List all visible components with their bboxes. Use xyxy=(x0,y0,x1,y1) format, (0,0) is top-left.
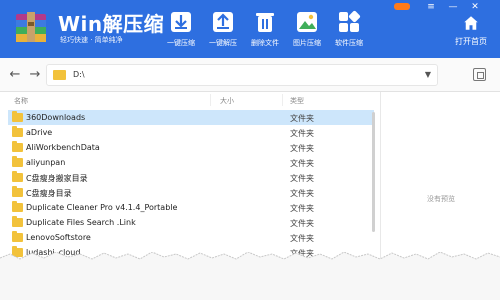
item-name: aDrive xyxy=(26,128,53,137)
folder-icon xyxy=(12,171,23,182)
minimize-icon[interactable]: — xyxy=(446,0,460,14)
compress-label: 一键压缩 xyxy=(167,39,195,47)
image-compress-label: 图片压缩 xyxy=(293,39,321,47)
extract-icon xyxy=(213,12,233,32)
folder-icon xyxy=(12,126,23,137)
path-text: D:\ xyxy=(73,70,85,79)
item-name: AliWorkbenchData xyxy=(26,143,100,152)
software-compress-button[interactable]: 软件压缩 xyxy=(326,10,372,56)
item-type: 文件夹 xyxy=(290,234,314,243)
chevron-down-icon[interactable]: ▼ xyxy=(425,70,431,79)
apps-icon xyxy=(339,10,361,32)
item-name: LenovoSoftstore xyxy=(26,233,91,242)
list-item[interactable]: C盘瘦身搬家目录 文件夹 xyxy=(8,170,374,185)
column-header-type[interactable]: 类型 xyxy=(290,96,304,106)
list-item[interactable]: C盘瘦身目录 文件夹 xyxy=(8,185,374,200)
no-preview-text: 没有预览 xyxy=(427,195,455,203)
list-item[interactable]: 360Downloads 文件夹 xyxy=(8,110,374,125)
extract-label: 一键解压 xyxy=(209,39,237,47)
folder-icon xyxy=(12,141,23,152)
scrollbar[interactable] xyxy=(372,112,375,232)
app-header: Win解压缩 轻巧快速 · 简单纯净 一键压缩 一键解压 删除文件 图片压缩 软… xyxy=(0,0,500,58)
folder-icon xyxy=(53,70,66,80)
item-type: 文件夹 xyxy=(290,204,314,213)
list-item[interactable]: AliWorkbenchData 文件夹 xyxy=(8,140,374,155)
folder-icon xyxy=(12,231,23,242)
open-home-button[interactable]: 打开首页 xyxy=(448,14,494,47)
image-compress-button[interactable]: 图片压缩 xyxy=(284,10,330,56)
list-item[interactable]: LenovoSoftstore 文件夹 xyxy=(8,230,374,245)
item-type: 文件夹 xyxy=(290,129,314,138)
column-header-name[interactable]: 名称 xyxy=(14,96,28,106)
folder-icon xyxy=(12,186,23,197)
item-name: C盘瘦身目录 xyxy=(26,189,72,198)
folder-icon xyxy=(12,111,23,122)
list-item[interactable]: aDrive 文件夹 xyxy=(8,125,374,140)
path-input[interactable]: D:\ ▼ xyxy=(46,64,438,86)
app-slogan: 轻巧快速 · 简单纯净 xyxy=(60,36,123,44)
column-divider[interactable] xyxy=(282,94,283,106)
list-item[interactable]: aliyunpan 文件夹 xyxy=(8,155,374,170)
compress-icon xyxy=(171,12,191,32)
folder-icon xyxy=(12,216,23,227)
winrar-logo-icon xyxy=(16,12,46,42)
item-name: 360Downloads xyxy=(26,113,86,122)
item-type: 文件夹 xyxy=(290,144,314,153)
column-divider[interactable] xyxy=(210,94,211,106)
item-type: 文件夹 xyxy=(290,189,314,198)
list-item[interactable]: Duplicate Files Search .Link 文件夹 xyxy=(8,215,374,230)
close-icon[interactable]: ✕ xyxy=(468,0,482,14)
delete-files-label: 删除文件 xyxy=(251,39,279,47)
back-button[interactable]: ← xyxy=(6,66,24,84)
delete-files-button[interactable]: 删除文件 xyxy=(242,10,288,56)
item-type: 文件夹 xyxy=(290,219,314,228)
column-header-size[interactable]: 大小 xyxy=(220,96,234,106)
software-compress-label: 软件压缩 xyxy=(335,39,363,47)
torn-edge xyxy=(0,252,500,300)
folder-icon xyxy=(12,156,23,167)
forward-button[interactable]: → xyxy=(26,66,44,84)
trash-icon xyxy=(256,13,274,32)
extract-button[interactable]: 一键解压 xyxy=(200,10,246,56)
folder-icon xyxy=(12,201,23,212)
item-name: C盘瘦身搬家目录 xyxy=(26,174,88,183)
item-name: Duplicate Cleaner Pro v4.1.4_Portable xyxy=(26,203,178,212)
image-compress-icon xyxy=(297,12,317,32)
home-icon xyxy=(464,16,478,30)
item-type: 文件夹 xyxy=(290,159,314,168)
address-bar: ← → D:\ ▼ xyxy=(0,58,500,92)
view-toggle-button[interactable] xyxy=(473,68,486,81)
item-type: 文件夹 xyxy=(290,174,314,183)
app-title: Win解压缩 xyxy=(58,12,165,36)
menu-icon[interactable]: ≡ xyxy=(424,0,438,14)
item-name: aliyunpan xyxy=(26,158,66,167)
notification-badge[interactable] xyxy=(394,3,410,10)
open-home-label: 打开首页 xyxy=(455,37,487,46)
list-item[interactable]: Duplicate Cleaner Pro v4.1.4_Portable 文件… xyxy=(8,200,374,215)
compress-button[interactable]: 一键压缩 xyxy=(158,10,204,56)
item-type: 文件夹 xyxy=(290,114,314,123)
item-name: Duplicate Files Search .Link xyxy=(26,218,136,227)
